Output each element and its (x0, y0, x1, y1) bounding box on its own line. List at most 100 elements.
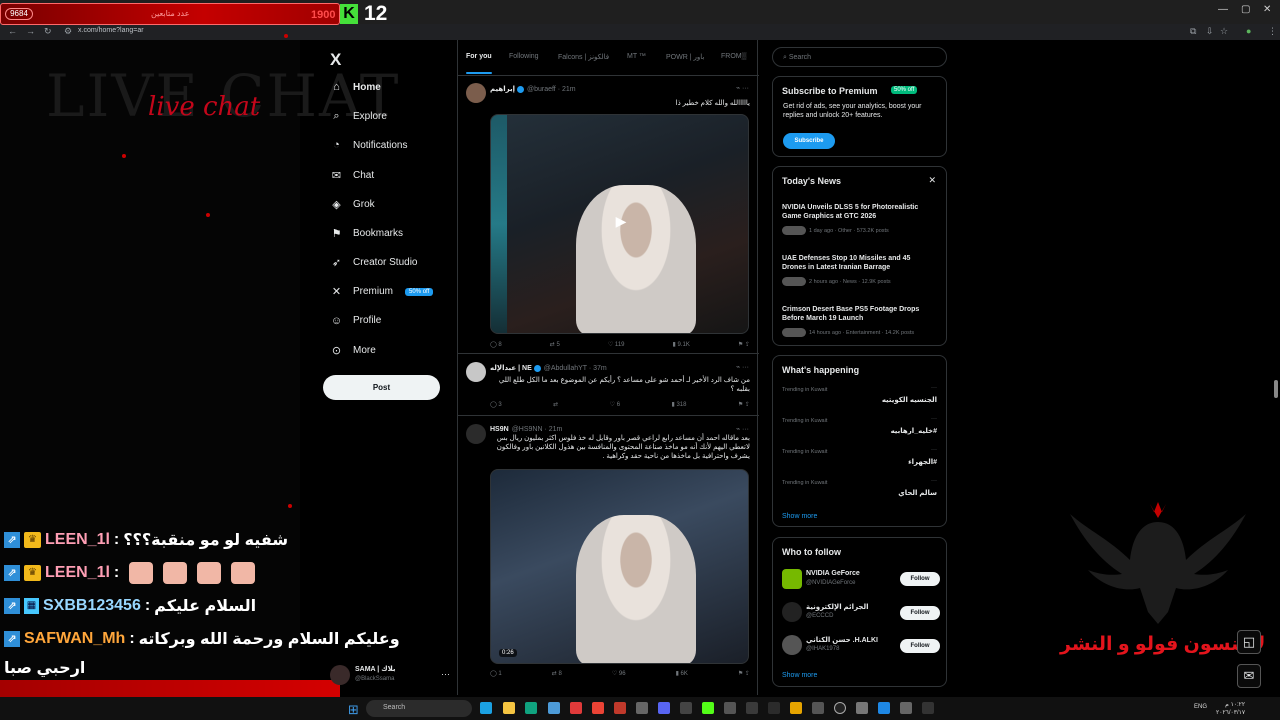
url-field[interactable]: x.com/home?lang=ar (78, 27, 144, 34)
follow-button[interactable]: Follow (900, 572, 940, 586)
avatar[interactable] (466, 424, 486, 444)
tab-mt[interactable]: MT ™ (627, 53, 646, 60)
trend-item[interactable]: #الجهراء (908, 458, 937, 466)
bookmark-icon[interactable]: ⚑ ⇪ (738, 341, 750, 348)
app-icon[interactable] (812, 702, 824, 714)
sidebar-item-chat[interactable]: ✉ Chat (330, 169, 374, 182)
back-icon[interactable]: ← (8, 26, 17, 36)
reload-icon[interactable]: ↻ (44, 26, 52, 37)
wtf-name[interactable]: حسن الكناني .H.ALKI (806, 636, 878, 644)
show-more-link[interactable]: Show more (782, 513, 817, 520)
trend-item[interactable]: #خليه_ارهابيه (891, 427, 937, 435)
maximize-icon[interactable]: ▢ (1241, 4, 1250, 15)
chat-overlay-icon[interactable]: ◱ (1237, 630, 1261, 654)
page-scrollbar[interactable] (1274, 380, 1278, 398)
tweet-menu-icon[interactable]: ⌁ ··· (736, 425, 749, 433)
app-icon[interactable] (614, 702, 626, 714)
post-button[interactable]: Post (323, 375, 440, 400)
tweet[interactable]: إبراهيم @buraeff · 21m ⌁ ··· يااااالله وا… (458, 77, 759, 354)
sidebar-item-profile[interactable]: ☺ Profile (330, 315, 381, 327)
sidebar-item-bookmarks[interactable]: ⚑ Bookmarks (330, 227, 403, 240)
tweet-video[interactable]: ▶ (490, 114, 749, 334)
avatar[interactable] (466, 362, 486, 382)
avatar[interactable] (466, 83, 486, 103)
sidebar-item-more[interactable]: ⊙ More (330, 344, 376, 357)
chat-username[interactable]: SAFWAN_Mh (24, 630, 125, 648)
tweet-author[interactable]: إبراهيم @buraeff · 21m (490, 85, 576, 93)
tweet-author[interactable]: عبدالإله | NE @AbdullahYT · 37m (490, 364, 607, 372)
obs-icon[interactable] (834, 702, 846, 714)
sidebar-item-grok[interactable]: ◈ Grok (330, 198, 374, 211)
more-icon[interactable]: ··· (931, 416, 937, 422)
views-icon[interactable]: ▮ 6K (676, 670, 688, 677)
reply-icon[interactable]: ◯ 3 (490, 401, 502, 408)
avatar[interactable] (782, 569, 802, 589)
app-icon[interactable] (724, 702, 736, 714)
trend-item[interactable]: سالم الحاي (898, 489, 937, 497)
avatar[interactable] (782, 602, 802, 622)
sidebar-item-premium[interactable]: ✕ Premium 50% off (330, 285, 434, 298)
forward-icon[interactable]: → (26, 26, 35, 36)
show-more-link[interactable]: Show more (782, 672, 817, 679)
language-indicator[interactable]: ENG (1194, 704, 1207, 710)
chat-username[interactable]: LEEN_1l (45, 531, 110, 549)
install-icon[interactable]: ⇩ (1206, 26, 1214, 37)
repost-icon[interactable]: ⇄ (553, 401, 558, 408)
close-icon[interactable]: ✕ (928, 175, 936, 186)
site-info-icon[interactable]: ⚙ (64, 26, 72, 37)
profile-icon[interactable]: ● (1246, 26, 1251, 36)
trend-item[interactable]: الجنسيه الكويتيه (882, 396, 937, 404)
search-input[interactable]: ⌕ Search (772, 47, 947, 67)
more-icon[interactable]: ··· (931, 478, 937, 484)
app-icon[interactable] (856, 702, 868, 714)
repost-icon[interactable]: ⇄ 8 (552, 670, 562, 677)
tweet[interactable]: عبدالإله | NE @AbdullahYT · 37m ⌁ ··· من … (458, 356, 759, 416)
reply-icon[interactable]: ◯ 1 (490, 670, 502, 677)
sidebar-item-creator-studio[interactable]: ➶ Creator Studio (330, 256, 418, 269)
clock[interactable]: ١٠:٢٢ م ٢٠٢٦/٠٣/١٧ (1216, 701, 1245, 717)
app-icon[interactable] (878, 702, 890, 714)
app-icon[interactable] (790, 702, 802, 714)
chat-username[interactable]: LEEN_1l (45, 564, 110, 582)
news-item-title[interactable]: Crimson Desert Base PS5 Footage Drops Be… (782, 305, 932, 323)
minimize-icon[interactable]: — (1218, 4, 1228, 15)
app-icon[interactable] (746, 702, 758, 714)
folder-icon[interactable] (503, 702, 515, 714)
chat-username[interactable]: SXBB123456 (43, 597, 141, 615)
views-icon[interactable]: ▮ 9.1K (673, 341, 690, 348)
wtf-name[interactable]: الجرائم الإلكترونية (806, 603, 869, 611)
mail-icon[interactable]: ✉ (1237, 664, 1261, 688)
follow-button[interactable]: Follow (900, 606, 940, 620)
discord-icon[interactable] (658, 702, 670, 714)
follow-button[interactable]: Follow (900, 639, 940, 653)
app-icon[interactable] (548, 702, 560, 714)
x-logo[interactable]: X (330, 50, 341, 70)
more-icon[interactable]: ··· (931, 385, 937, 391)
more-icon[interactable]: ··· (441, 669, 450, 679)
app-icon[interactable] (570, 702, 582, 714)
wtf-name[interactable]: NVIDIA GeForce (806, 570, 860, 577)
views-icon[interactable]: ▮ 318 (671, 401, 686, 408)
app-icon[interactable] (922, 702, 934, 714)
tweet-menu-icon[interactable]: ⌁ ··· (736, 84, 749, 92)
tab-from[interactable]: FROM▒ (721, 53, 747, 60)
tab-falcons[interactable]: Falcons | فالكونز (558, 53, 609, 61)
app-icon[interactable] (636, 702, 648, 714)
play-icon[interactable]: ▶ (609, 213, 633, 237)
chrome-icon[interactable] (592, 702, 604, 714)
repost-icon[interactable]: ⇄ 5 (550, 341, 560, 348)
bookmark-icon[interactable]: ⚑ ⇪ (738, 670, 750, 677)
tweet-video[interactable]: 0:26 (490, 469, 749, 664)
like-icon[interactable]: ♡ 119 (608, 341, 625, 348)
app-icon[interactable] (768, 702, 780, 714)
like-icon[interactable]: ♡ 6 (610, 401, 620, 408)
news-item-title[interactable]: UAE Defenses Stop 10 Missiles and 45 Dro… (782, 254, 932, 272)
tab-following[interactable]: Following (509, 53, 539, 60)
app-icon[interactable] (480, 702, 492, 714)
app-icon[interactable] (680, 702, 692, 714)
news-item-title[interactable]: NVIDIA Unveils DLSS 5 for Photorealistic… (782, 203, 932, 221)
taskbar-search[interactable]: Search (366, 700, 472, 717)
sidebar-item-notifications[interactable]: ◔ Notifications (330, 139, 407, 151)
account-switcher[interactable]: SAMA | بلاك @BlackSsama ··· (330, 661, 450, 689)
kick-icon[interactable] (702, 702, 714, 714)
